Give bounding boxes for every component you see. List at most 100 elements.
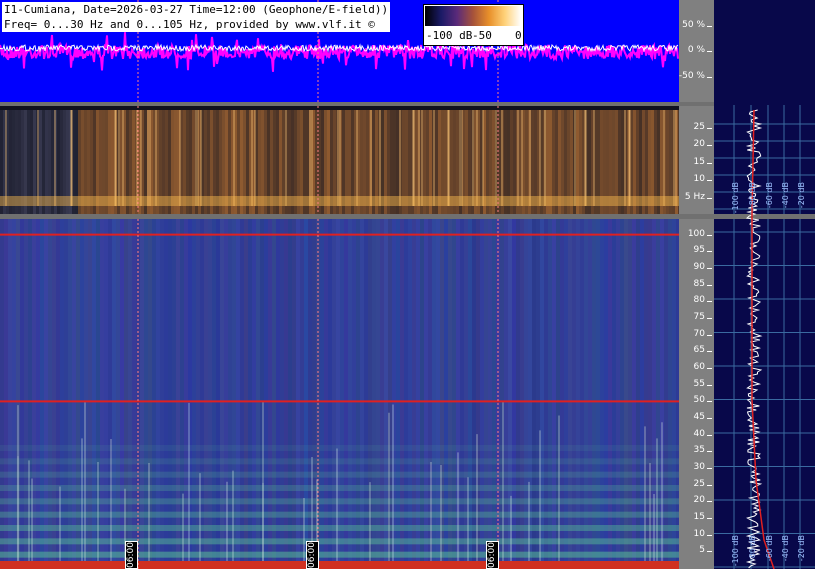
time-marker: 06:00 (486, 541, 499, 569)
profile-db-label: -40 dB (781, 182, 790, 209)
axis-tick-label: 5 (699, 545, 705, 556)
profile-separator (714, 214, 815, 219)
axis-tick-mark (707, 51, 712, 52)
axis-tick-label: 35 (693, 445, 705, 456)
axis-tick-label: 10 (693, 174, 705, 184)
axis-tick-label: 65 (693, 345, 705, 356)
profile-db-label: -20 dB (797, 535, 806, 562)
colorbar-label-mid: -50 (472, 29, 492, 42)
axis-tick-mark (707, 418, 712, 419)
axis-tick-label: 85 (693, 278, 705, 289)
axis-tick-mark (707, 284, 712, 286)
axis-tick-label: 5 Hz (684, 191, 705, 202)
axis-tick-label: 80 (693, 295, 705, 306)
waveform-trace (0, 32, 679, 72)
axis-tick-label: 50 % (682, 19, 705, 30)
profile-db-label: -40 dB (781, 535, 790, 562)
axis-tick-mark (707, 334, 712, 336)
axis-tick-mark (707, 351, 712, 353)
header-line2: Freq= 0...30 Hz and 0...105 Hz, provided… (4, 18, 375, 31)
axis-tick-mark (707, 318, 712, 319)
axis-tick-label: 100 (687, 228, 705, 239)
axis-tick-label: 90 (693, 262, 705, 272)
axis-tick-mark (707, 518, 712, 519)
profile-db-label: -100 dB (731, 535, 740, 567)
axis-tick-label: 25 (693, 121, 705, 132)
axis-tick-mark (707, 451, 712, 453)
resonance-band (0, 498, 679, 505)
spectrogram-high: 06:00 06:00 06:00 (0, 219, 679, 569)
axis-tick-label: 10 (693, 528, 705, 539)
axis-tick-mark (707, 551, 712, 553)
waveform-scale: 50 % 0 % -50 % (679, 0, 714, 102)
profile-db-label: -80 dB (748, 535, 757, 562)
waveform-panel: I1-Cumiana, Date=2026-03-27 Time=12:00 (… (0, 0, 679, 102)
axis-tick-label: 40 (693, 428, 705, 439)
axis-tick-label: 95 (693, 245, 705, 256)
spectrogram-high-floor (0, 561, 679, 569)
axis-tick-mark (707, 251, 712, 253)
axis-tick-label: 55 (693, 378, 705, 389)
axis-tick-mark (707, 368, 712, 369)
resonance-band (0, 458, 679, 465)
spectrogram-low-band (0, 196, 679, 206)
profile-db-label: -20 dB (797, 182, 806, 209)
axis-tick-mark (707, 76, 712, 78)
resonance-band (0, 538, 679, 545)
axis-tick-mark (707, 434, 712, 436)
axis-tick-label: 30 (693, 462, 705, 472)
axis-tick-label: 75 (693, 312, 705, 322)
axis-tick-mark (707, 501, 712, 503)
axis-tick-label: 15 (693, 156, 705, 167)
spectrogram-high-plot (0, 219, 679, 569)
axis-tick-mark (707, 145, 712, 146)
axis-tick-label: 20 (693, 139, 705, 149)
axis-tick-mark (707, 401, 712, 403)
resonance-band (0, 551, 679, 558)
colorbar-label-max: 0 (515, 29, 522, 42)
colorbar: -100 dB -50 0 (423, 4, 524, 46)
resonance-band (0, 445, 679, 451)
spectrogram-low-scale: 25 20 15 10 5 Hz (679, 106, 714, 214)
axis-tick-mark (707, 180, 712, 181)
axis-tick-label: 70 (693, 328, 705, 339)
profile-db-label: -60 dB (765, 535, 774, 562)
time-marker: 06:00 (125, 541, 138, 569)
spectrogram-low-plot (0, 106, 679, 214)
profile-db-label: -60 dB (765, 182, 774, 209)
header-line1: I1-Cumiana, Date=2026-03-27 Time=12:00 (… (4, 3, 389, 16)
axis-tick-mark (707, 234, 712, 236)
resonance-band (0, 511, 679, 518)
axis-tick-label: 45 (693, 412, 705, 422)
axis-tick-mark (707, 301, 712, 303)
resonance-band (0, 471, 679, 478)
axis-tick-label: 60 (693, 362, 705, 372)
axis-tick-mark (707, 268, 712, 269)
spectrogram-high-scale: 100 95 90 85 80 75 70 65 60 55 50 45 40 35 30 25 20 15 10 5 (679, 219, 714, 569)
axis-tick-label: -50 % (678, 70, 705, 81)
axis-tick-mark (707, 197, 712, 199)
axis-tick-label: 20 (693, 495, 705, 506)
axis-tick-mark (707, 127, 712, 129)
resonance-band (0, 485, 679, 491)
axis-tick-mark (707, 468, 712, 469)
time-marker: 06:00 (306, 541, 319, 569)
axis-tick-mark (707, 484, 712, 486)
spectrogram-low (0, 106, 679, 214)
profile-db-label: -80 dB (748, 182, 757, 209)
axis-tick-label: 50 (693, 395, 705, 406)
chart-header: I1-Cumiana, Date=2026-03-27 Time=12:00 (… (2, 2, 391, 32)
resonance-band (0, 525, 679, 531)
axis-tick-mark (707, 384, 712, 386)
spectrum-profile-plot (714, 105, 815, 570)
profile-db-label: -100 dB (731, 182, 740, 214)
spectrum-profile-panel: -100 dB -80 dB -60 dB -40 dB -20 dB -100… (714, 0, 815, 570)
axis-tick-label: 15 (693, 512, 705, 522)
axis-tick-label: 25 (693, 478, 705, 489)
axis-tick-mark (707, 162, 712, 164)
axis-tick-label: 0 % (687, 45, 705, 55)
colorbar-gradient (425, 6, 521, 26)
colorbar-label-min: -100 dB (426, 29, 473, 42)
axis-tick-mark (707, 25, 712, 27)
axis-tick-mark (707, 534, 712, 536)
